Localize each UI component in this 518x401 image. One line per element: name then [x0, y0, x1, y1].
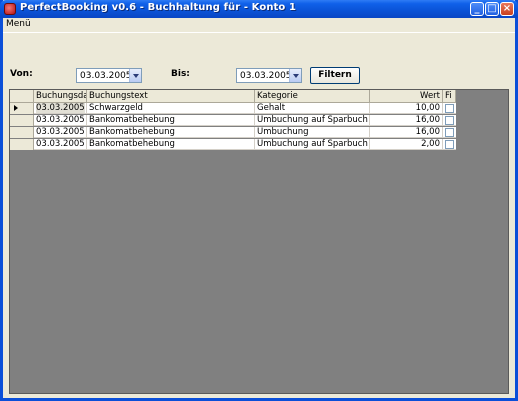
title-bar[interactable]: PerfectBooking v0.6 - Buchhaltung für - …: [0, 0, 518, 18]
cell-date[interactable]: 03.03.2005: [34, 139, 87, 150]
menu-item-menu[interactable]: Menü: [6, 19, 31, 29]
fi-checkbox[interactable]: [445, 140, 454, 149]
von-label: Von:: [10, 69, 33, 79]
column-header-fi[interactable]: Fi: [443, 90, 456, 103]
cell-date-text: 03.03.2005: [36, 103, 85, 113]
row-selector[interactable]: [10, 139, 34, 150]
von-date-picker[interactable]: 03.03.2005: [76, 68, 142, 83]
cell-date[interactable]: 03.03.2005: [34, 115, 87, 126]
cell-value[interactable]: 16,00: [370, 127, 443, 138]
menu-divider: [3, 32, 515, 33]
row-selector[interactable]: [10, 115, 34, 126]
chevron-down-icon[interactable]: [129, 69, 141, 82]
window-title: PerfectBooking v0.6 - Buchhaltung für - …: [20, 2, 297, 13]
data-grid[interactable]: Buchungsdat Buchungstext Kategorie Wert …: [9, 89, 509, 394]
column-header-category[interactable]: Kategorie: [255, 90, 370, 103]
bis-date-value: 03.03.2005: [240, 71, 292, 81]
von-date-value: 03.03.2005: [80, 71, 132, 81]
bis-label: Bis:: [171, 69, 190, 79]
cell-text[interactable]: Bankomatbehebung: [87, 115, 255, 126]
minimize-button[interactable]: _: [470, 2, 484, 16]
cell-date[interactable]: 03.03.2005: [34, 127, 87, 138]
app-window: PerfectBooking v0.6 - Buchhaltung für - …: [0, 0, 518, 401]
table-row[interactable]: 03.03.2005 Bankomatbehebung Umbuchung au…: [10, 139, 456, 150]
cell-date[interactable]: 03.03.2005: [34, 103, 87, 114]
filter-button[interactable]: Filtern: [310, 67, 360, 84]
cell-category[interactable]: Umbuchung auf Sparbuch 2: [255, 139, 370, 150]
bis-date-picker[interactable]: 03.03.2005: [236, 68, 302, 83]
row-header-corner: [10, 90, 34, 103]
row-selector[interactable]: [10, 103, 34, 114]
table-row[interactable]: 03.03.2005 Bankomatbehebung Umbuchung 16…: [10, 127, 456, 138]
maximize-button[interactable]: □: [485, 2, 499, 16]
cell-value[interactable]: 16,00: [370, 115, 443, 126]
cell-value[interactable]: 10,00: [370, 103, 443, 114]
cell-category[interactable]: Umbuchung: [255, 127, 370, 138]
cell-text[interactable]: Bankomatbehebung: [87, 139, 255, 150]
column-header-date[interactable]: Buchungsdat: [34, 90, 87, 103]
current-row-arrow-icon: [14, 105, 18, 111]
column-header-text[interactable]: Buchungstext: [87, 90, 255, 103]
row-selector[interactable]: [10, 127, 34, 138]
close-button[interactable]: ×: [500, 2, 514, 16]
table-row[interactable]: 03.03.2005 Bankomatbehebung Umbuchung au…: [10, 115, 456, 126]
fi-checkbox[interactable]: [445, 104, 454, 113]
table-row[interactable]: 03.03.2005 Schwarzgeld Gehalt 10,00: [10, 103, 456, 114]
cell-category[interactable]: Umbuchung auf Sparbuch 1: [255, 115, 370, 126]
fi-checkbox[interactable]: [445, 128, 454, 137]
grid-header: Buchungsdat Buchungstext Kategorie Wert …: [10, 90, 456, 103]
fi-checkbox[interactable]: [445, 116, 454, 125]
cell-category[interactable]: Gehalt: [255, 103, 370, 114]
app-icon: [4, 3, 16, 15]
menu-bar: Menü: [3, 18, 515, 31]
column-header-value[interactable]: Wert: [370, 90, 443, 103]
chevron-down-icon[interactable]: [289, 69, 301, 82]
cell-value[interactable]: 2,00: [370, 139, 443, 150]
cell-text[interactable]: Bankomatbehebung: [87, 127, 255, 138]
cell-text[interactable]: Schwarzgeld: [87, 103, 255, 114]
